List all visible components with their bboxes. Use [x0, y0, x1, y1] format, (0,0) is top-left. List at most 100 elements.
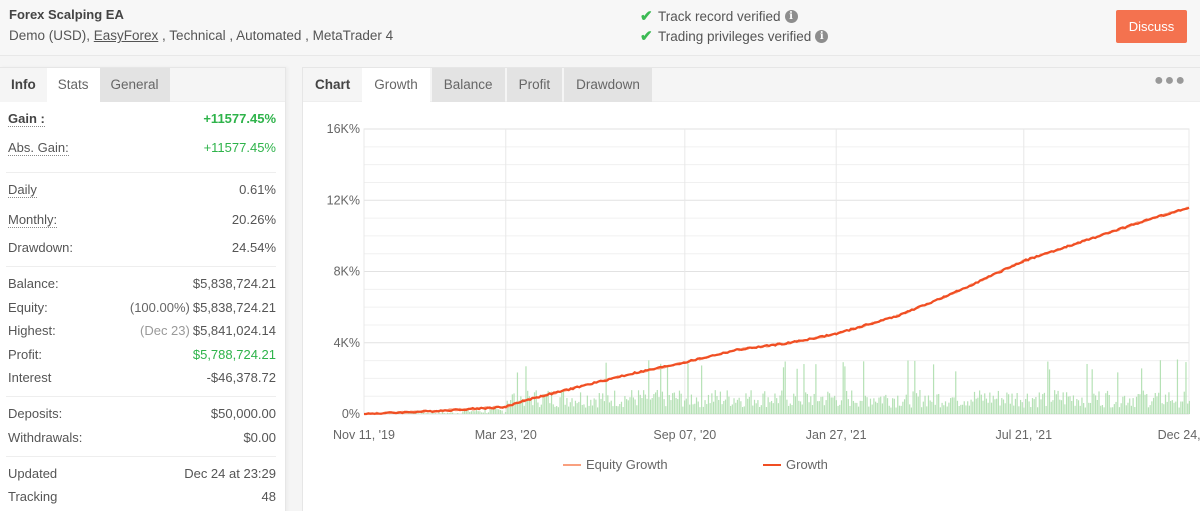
daily-gain-bar — [864, 395, 866, 414]
daily-gain-bar — [881, 403, 884, 414]
account-header: Forex Scalping EA Demo (USD), EasyForex … — [0, 0, 1200, 56]
stat-value: $5,838,724.21 — [192, 276, 276, 291]
daily-gain-bar — [861, 400, 863, 414]
daily-gain-bar — [801, 404, 803, 414]
subtitle-suffix: , Technical , Automated , MetaTrader 4 — [158, 28, 394, 43]
info-icon[interactable]: i — [815, 29, 829, 43]
daily-gain-bar — [770, 400, 773, 414]
daily-gain-bar — [1110, 407, 1112, 414]
daily-gain-bar — [675, 397, 677, 414]
daily-gain-bar — [446, 412, 449, 414]
daily-gain-bar — [936, 394, 938, 414]
daily-gain-bar — [545, 394, 548, 414]
daily-gain-bar — [892, 398, 894, 414]
daily-gain-bar — [1106, 390, 1109, 414]
broker-link[interactable]: EasyForex — [94, 28, 159, 43]
daily-gain-bar — [774, 393, 776, 414]
daily-gain-bar — [704, 400, 706, 414]
legend-label: Equity Growth — [586, 457, 668, 472]
daily-gain-bar — [1178, 407, 1180, 414]
daily-gain-bar — [1040, 399, 1042, 414]
daily-gain-bar — [699, 407, 701, 414]
stat-gain: Gain : +11577.45% — [8, 111, 276, 131]
daily-gain-bar — [561, 391, 563, 414]
stat-label[interactable]: Monthly: — [8, 212, 58, 228]
daily-gain-bar — [970, 399, 972, 414]
daily-gain-bar — [953, 397, 955, 414]
daily-gain-bar — [1171, 400, 1173, 414]
daily-gain-bar — [823, 405, 826, 414]
daily-gain-bar — [479, 411, 481, 414]
stat-abs-gain: Abs. Gain: +11577.45% — [8, 140, 276, 160]
daily-gain-bar — [472, 410, 474, 414]
discuss-button[interactable]: Discuss — [1116, 10, 1187, 43]
daily-gain-bar — [844, 366, 846, 414]
daily-gain-bar — [1072, 395, 1075, 414]
daily-gain-bar — [811, 405, 814, 414]
daily-gain-bar — [1173, 402, 1175, 414]
daily-gain-bar — [656, 389, 658, 414]
daily-gain-bar — [915, 393, 918, 414]
daily-gain-bar — [627, 400, 629, 414]
daily-gain-bar — [990, 402, 993, 414]
daily-gain-bar — [924, 395, 926, 414]
tab-stats[interactable]: Stats — [46, 68, 100, 102]
daily-gain-bar — [724, 399, 727, 414]
daily-gain-bar — [1071, 400, 1073, 414]
daily-gain-bar — [731, 404, 733, 414]
stat-label[interactable]: Abs. Gain: — [8, 140, 69, 156]
daily-gain-bar — [955, 371, 957, 414]
daily-gain-bar — [556, 406, 558, 414]
daily-gain-bar — [1130, 405, 1133, 414]
daily-gain-bar — [697, 401, 699, 414]
daily-gain-bar — [499, 410, 501, 414]
stat-label[interactable]: Daily — [8, 182, 37, 198]
daily-gain-bar — [1057, 390, 1059, 414]
daily-gain-bar — [1187, 403, 1189, 414]
daily-gain-bar — [1163, 404, 1165, 414]
daily-gain-bar — [701, 365, 703, 414]
daily-gain-bar — [750, 390, 752, 414]
daily-gain-bar — [721, 404, 723, 414]
daily-gain-bar — [726, 390, 728, 414]
daily-gain-bar — [533, 392, 536, 414]
daily-gain-bar — [1152, 397, 1155, 414]
y-tick-label: 12K% — [327, 193, 360, 207]
chart-legend: Equity Growth Growth — [563, 457, 828, 472]
daily-gain-bar — [1084, 407, 1086, 414]
daily-gain-bar — [1091, 369, 1093, 414]
daily-gain-bar — [927, 395, 930, 414]
daily-gain-bar — [757, 400, 759, 414]
daily-gain-bar — [921, 407, 923, 414]
daily-gain-bar — [612, 406, 614, 414]
daily-gain-bar — [501, 410, 503, 414]
daily-gain-bar — [602, 393, 604, 414]
daily-gain-bar — [760, 405, 762, 414]
info-icon[interactable]: i — [784, 9, 798, 23]
stat-label[interactable]: Gain : — [8, 111, 45, 127]
daily-gain-bar — [711, 393, 713, 414]
tab-general[interactable]: General — [99, 68, 170, 102]
daily-gain-bar — [588, 405, 590, 414]
daily-gain-bar — [1183, 391, 1185, 414]
daily-gain-bar — [564, 404, 566, 414]
daily-gain-bar — [863, 361, 865, 414]
daily-gain-bar — [1021, 402, 1023, 414]
check-icon: ✔ — [640, 8, 653, 25]
daily-gain-bar — [665, 406, 667, 414]
daily-gain-bar — [620, 401, 623, 414]
daily-gain-bar — [474, 411, 476, 414]
daily-gain-bar — [593, 398, 595, 414]
daily-gain-bar — [1001, 398, 1003, 414]
daily-gain-bar — [1117, 372, 1119, 414]
daily-gain-bar — [1079, 405, 1081, 414]
daily-gain-bar — [434, 413, 437, 414]
daily-gain-bar — [685, 398, 687, 414]
stat-label: Balance: — [8, 276, 59, 291]
daily-gain-bar — [951, 397, 953, 414]
tab-info[interactable]: Info — [0, 68, 47, 102]
divider — [6, 396, 276, 397]
stat-value: 24.54% — [231, 240, 276, 255]
daily-gain-bar — [859, 400, 861, 414]
daily-gain-bar — [552, 404, 554, 414]
